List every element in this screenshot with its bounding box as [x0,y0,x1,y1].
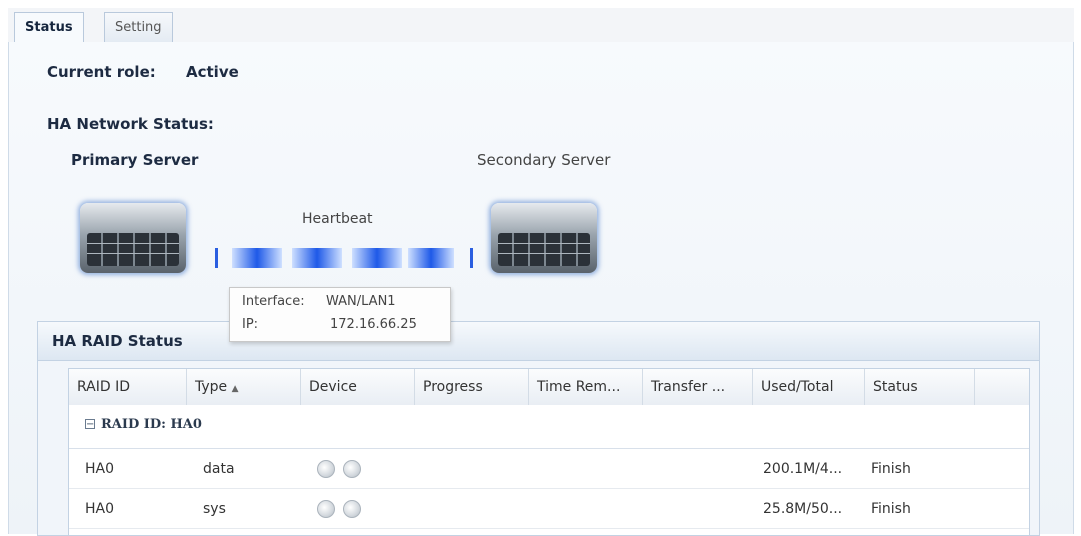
heartbeat-label: Heartbeat [302,211,373,227]
column-header-raid-id[interactable]: RAID ID [69,369,187,405]
cell-transfer [643,449,753,488]
table-row[interactable]: HA0 data 200.1M/4... Finish [69,449,1029,489]
primary-server-label: Primary Server [71,151,199,169]
column-header-device[interactable]: Device [301,369,415,405]
cell-progress [415,449,529,488]
cell-progress [415,489,529,528]
cell-time-remaining [529,449,643,488]
column-header-progress[interactable]: Progress [415,369,529,405]
cell-used-total: 200.1M/4... [763,461,843,477]
column-header-used-total[interactable]: Used/Total [753,369,865,405]
column-header-transfer[interactable]: Transfer ... [643,369,753,405]
group-row-raid-ha0[interactable]: − RAID ID: HA0 [69,405,1029,449]
group-label: RAID ID: HA0 [101,417,202,432]
current-role-label: Current role: [47,63,156,81]
cell-used-total: 25.8M/50... [763,501,843,517]
table-row[interactable]: HA0 sys 25.8M/50... Finish [69,489,1029,529]
column-header-time-remaining[interactable]: Time Rem... [529,369,643,405]
cell-raid-id: HA0 [85,461,115,477]
cell-device [301,449,415,488]
disk-icon[interactable] [317,500,335,518]
cell-time-remaining [529,489,643,528]
tooltip-ip-value: 172.16.66.25 [330,317,417,332]
cell-type: sys [203,501,226,517]
column-header-type[interactable]: Type ▲ [187,369,301,405]
cell-type: data [203,461,235,477]
disk-icon[interactable] [317,460,335,478]
column-header-filler [975,369,1029,405]
raid-status-grid: RAID ID Type ▲ Device Progress Time Rem.… [68,368,1030,536]
ha-raid-status-title: HA RAID Status [52,332,183,350]
tab-status[interactable]: Status [14,12,84,43]
cell-transfer [643,489,753,528]
cell-status: Finish [871,461,911,477]
disk-icon[interactable] [343,460,361,478]
column-header-status[interactable]: Status [865,369,975,405]
current-role-value: Active [186,63,239,81]
cell-raid-id: HA0 [85,501,115,517]
tooltip-interface-label: Interface: [242,294,305,309]
secondary-server-label: Secondary Server [477,151,611,169]
cell-device [301,489,415,528]
cell-status: Finish [871,501,911,517]
tooltip-ip-label: IP: [242,317,259,332]
collapse-icon[interactable]: − [85,419,95,430]
primary-server-icon [80,203,186,273]
secondary-server-icon [491,203,597,273]
tab-setting[interactable]: Setting [104,12,173,42]
tooltip-interface-value: WAN/LAN1 [326,294,396,309]
tab-bar: Status Setting [8,8,1074,43]
interface-tooltip: Interface: WAN/LAN1 IP: 172.16.66.25 [229,287,451,342]
sort-ascending-icon: ▲ [231,384,239,394]
ha-network-status-title: HA Network Status: [47,115,214,133]
disk-icon[interactable] [343,500,361,518]
